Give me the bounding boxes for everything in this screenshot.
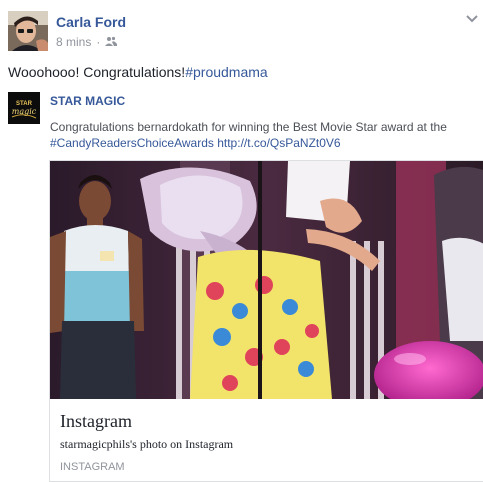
instagram-photo[interactable] [50,161,483,399]
author-avatar[interactable] [8,11,48,51]
chevron-down-icon[interactable] [464,12,480,26]
feed-post: Carla Ford 8 mins · Wooohooo! Congratula… [0,0,483,482]
post-timestamp[interactable]: 8 mins [56,35,91,49]
post-message-text: Wooohooo! Congratulations! [8,64,186,80]
shared-hashtag-link[interactable]: #CandyReadersChoiceAwards [50,136,214,150]
author-name[interactable]: Carla Ford [56,14,126,30]
shared-description: Congratulations bernardokath for winning… [50,119,475,151]
card-description: starmagicphils's photo on Instagram [60,437,234,451]
hashtag-link[interactable]: #proudmama [185,64,268,80]
post-message: Wooohooo! Congratulations!#proudmama [8,64,268,80]
post-meta: 8 mins · [56,35,118,49]
meta-separator: · [96,35,101,49]
page-logo[interactable]: STAR magic [8,92,40,124]
page-name[interactable]: STAR MAGIC [50,94,125,108]
shared-description-text: Congratulations bernardokath for winning… [50,120,447,134]
card-source: INSTAGRAM [60,461,125,473]
friends-icon[interactable] [105,35,118,49]
avatar-photo [8,11,48,51]
shared-url-link[interactable]: http://t.co/QsPaNZt0V6 [217,136,340,150]
link-preview-card[interactable]: Instagram starmagicphils's photo on Inst… [49,160,483,482]
card-title[interactable]: Instagram [60,411,132,432]
